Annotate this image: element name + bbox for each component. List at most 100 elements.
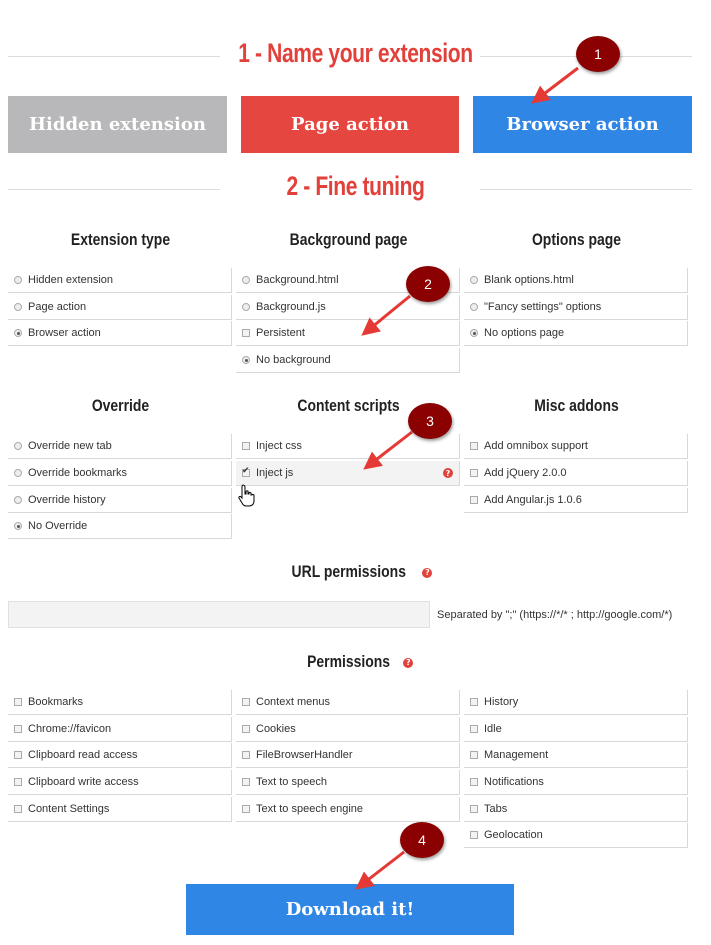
permission-checkbox[interactable]: Content Settings xyxy=(8,797,232,822)
step-marker-1: 1 xyxy=(576,36,620,72)
permission-checkbox[interactable]: History xyxy=(464,690,688,715)
options-page-option[interactable]: No options page xyxy=(464,321,688,346)
url-permissions-input[interactable] xyxy=(8,601,430,628)
download-button[interactable]: Download it! xyxy=(186,884,514,935)
step2-title: 2 - Fine tuning xyxy=(286,171,425,201)
help-icon[interactable]: ? xyxy=(443,468,453,478)
help-icon[interactable]: ? xyxy=(422,567,433,578)
checkbox-checked-icon xyxy=(242,466,250,477)
radio-icon xyxy=(14,496,22,504)
checkbox-icon xyxy=(14,698,22,706)
option-label: Add jQuery 2.0.0 xyxy=(484,467,567,479)
option-label: Text to speech engine xyxy=(256,803,364,815)
permission-checkbox[interactable]: Tabs xyxy=(464,797,688,822)
step1-title: 1 - Name your extension xyxy=(238,38,473,68)
checkbox-icon xyxy=(242,725,250,733)
extension-type-option[interactable]: Hidden extension xyxy=(8,268,232,293)
override-option[interactable]: No Override xyxy=(8,514,232,539)
option-label: History xyxy=(484,696,519,708)
option-label: Background.js xyxy=(256,301,326,313)
page-action-button[interactable]: Page action xyxy=(241,96,459,153)
option-label: Clipboard read access xyxy=(28,749,138,761)
override-option[interactable]: Override bookmarks xyxy=(8,461,232,486)
option-label: Clipboard write access xyxy=(28,776,139,788)
permission-checkbox[interactable]: Clipboard read access xyxy=(8,743,232,768)
radio-icon xyxy=(14,442,22,450)
radio-selected-icon xyxy=(470,329,478,337)
permission-checkbox[interactable]: Geolocation xyxy=(464,823,688,848)
options-page-option[interactable]: Blank options.html xyxy=(464,268,688,293)
extension-type-option[interactable]: Page action xyxy=(8,295,232,320)
misc-addons-title: Misc addons xyxy=(534,396,619,415)
option-label: No background xyxy=(256,354,331,366)
option-label: Chrome://favicon xyxy=(28,723,112,735)
option-label: Add Angular.js 1.0.6 xyxy=(484,494,582,506)
checkbox-icon xyxy=(470,778,478,786)
checkbox-icon xyxy=(14,725,22,733)
override-option[interactable]: Override new tab xyxy=(8,434,232,459)
checkbox-icon xyxy=(242,698,250,706)
permission-checkbox[interactable]: Cookies xyxy=(236,717,460,742)
url-permissions-title: URL permissions xyxy=(291,562,406,581)
permission-checkbox[interactable]: Idle xyxy=(464,717,688,742)
radio-icon xyxy=(470,276,478,284)
options-page-option[interactable]: "Fancy settings" options xyxy=(464,295,688,320)
option-label: Blank options.html xyxy=(484,274,574,286)
omnibox-checkbox[interactable]: Add omnibox support xyxy=(464,434,688,459)
permission-checkbox[interactable]: Chrome://favicon xyxy=(8,717,232,742)
option-label: Inject css xyxy=(256,440,302,452)
option-label: "Fancy settings" options xyxy=(484,301,602,313)
override-option[interactable]: Override history xyxy=(8,488,232,513)
permission-checkbox[interactable]: Bookmarks xyxy=(8,690,232,715)
checkbox-icon xyxy=(14,778,22,786)
checkbox-icon xyxy=(470,751,478,759)
checkbox-icon xyxy=(242,778,250,786)
browser-action-button[interactable]: Browser action xyxy=(473,96,692,153)
option-label: Override history xyxy=(28,494,106,506)
checkbox-icon xyxy=(242,751,250,759)
step-marker-2: 2 xyxy=(406,266,450,302)
hand-cursor-icon xyxy=(238,484,255,507)
background-page-title: Background page xyxy=(289,230,408,249)
extension-type-option[interactable]: Browser action xyxy=(8,321,232,346)
step-marker-4: 4 xyxy=(400,822,444,858)
permission-checkbox[interactable]: Text to speech engine xyxy=(236,797,460,822)
permissions-title: Permissions xyxy=(306,652,390,671)
checkbox-icon xyxy=(14,805,22,813)
inject-js-checkbox[interactable]: Inject js? xyxy=(236,461,460,486)
extension-type-title: Extension type xyxy=(70,230,171,249)
checkbox-icon xyxy=(470,698,478,706)
checkbox-icon xyxy=(242,442,250,450)
hidden-extension-button[interactable]: Hidden extension xyxy=(8,96,227,153)
option-label: Background.html xyxy=(256,274,339,286)
option-label: Content Settings xyxy=(28,803,110,815)
checkbox-icon xyxy=(470,469,478,477)
option-label: Page action xyxy=(28,301,87,313)
radio-selected-icon xyxy=(14,329,22,337)
option-label: Override new tab xyxy=(28,440,112,452)
option-label: FileBrowserHandler xyxy=(256,749,353,761)
radio-selected-icon xyxy=(242,356,250,364)
help-icon[interactable]: ? xyxy=(403,657,414,668)
permission-checkbox[interactable]: Management xyxy=(464,743,688,768)
checkbox-icon xyxy=(14,751,22,759)
permission-checkbox[interactable]: Context menus xyxy=(236,690,460,715)
option-label: Notifications xyxy=(484,776,544,788)
persistent-checkbox[interactable]: Persistent xyxy=(236,321,460,346)
option-label: No Override xyxy=(28,520,88,532)
background-option[interactable]: No background xyxy=(236,348,460,373)
permissions-header: Permissions ? xyxy=(0,652,711,672)
url-permissions-header: URL permissions ? xyxy=(0,562,711,582)
option-label: Context menus xyxy=(256,696,330,708)
option-label: Browser action xyxy=(28,327,101,339)
permission-checkbox[interactable]: Notifications xyxy=(464,770,688,795)
permission-checkbox[interactable]: Clipboard write access xyxy=(8,770,232,795)
jquery-checkbox[interactable]: Add jQuery 2.0.0 xyxy=(464,461,688,486)
permission-checkbox[interactable]: Text to speech xyxy=(236,770,460,795)
option-label: Bookmarks xyxy=(28,696,84,708)
angular-checkbox[interactable]: Add Angular.js 1.0.6 xyxy=(464,488,688,513)
radio-icon xyxy=(470,303,478,311)
permission-checkbox[interactable]: FileBrowserHandler xyxy=(236,743,460,768)
radio-icon xyxy=(14,276,22,284)
option-label: Management xyxy=(484,749,549,761)
